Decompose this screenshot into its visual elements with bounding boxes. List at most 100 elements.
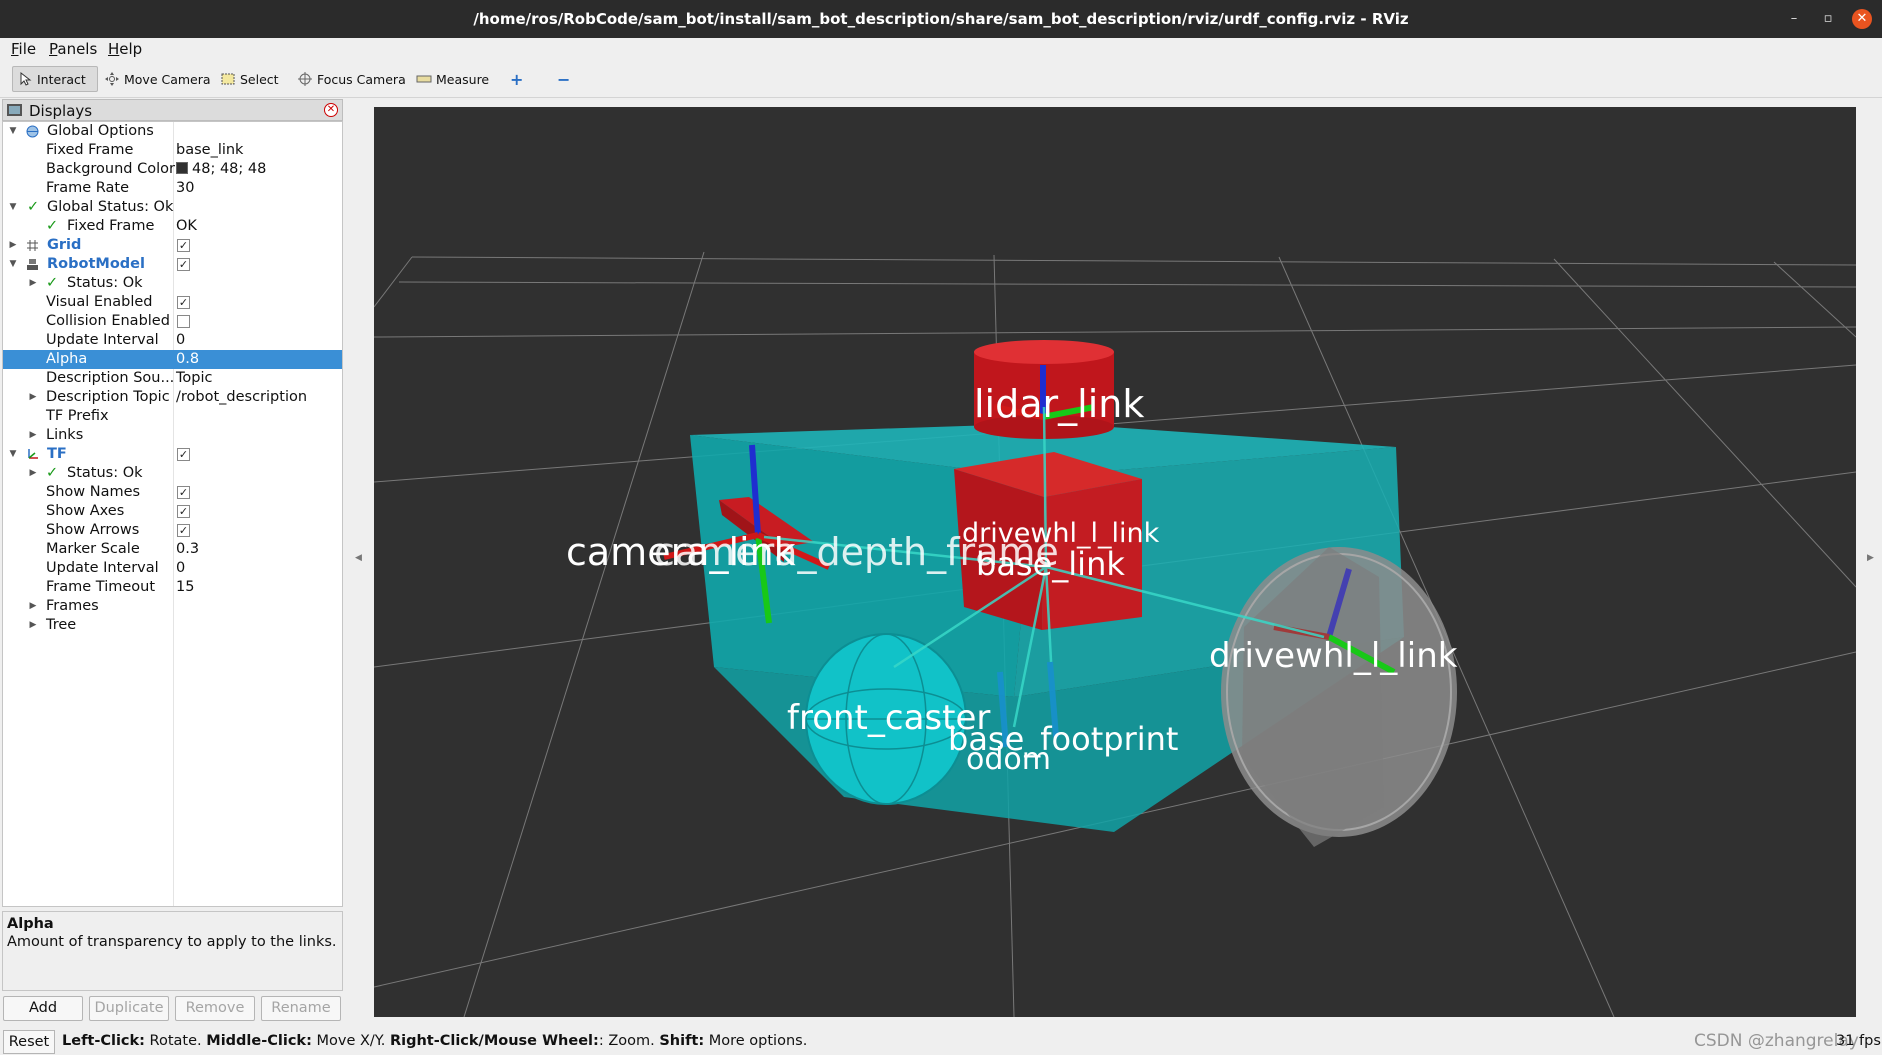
row-name: Marker Scale [46, 541, 140, 557]
property-description: Alpha Amount of transparency to apply to… [2, 911, 343, 991]
expand-arrow-icon[interactable]: ▼ [7, 198, 19, 217]
row-name: Show Arrows [46, 522, 140, 538]
tree-row-alpha[interactable]: Alpha 0.8 [3, 350, 342, 369]
menu-panels[interactable]: Panels [49, 40, 97, 58]
expand-arrow-icon[interactable]: ▼ [7, 255, 19, 274]
row-value[interactable]: 0 [176, 331, 185, 350]
menu-help[interactable]: Help [108, 40, 142, 58]
show-arrows-checkbox[interactable]: ✓ [177, 524, 190, 537]
row-value[interactable]: 15 [176, 578, 194, 597]
row-name: TF Prefix [46, 408, 109, 424]
help-val: Rotate. [144, 1033, 207, 1049]
tree-row-description-topic[interactable]: ▶ Description Topic /robot_description [3, 388, 342, 407]
tree-row-tf-status[interactable]: ▶ ✓ Status: Ok [3, 464, 342, 483]
row-value[interactable]: 30 [176, 179, 194, 198]
menu-file[interactable]: File [11, 40, 36, 58]
base-link-label: base_link [976, 545, 1125, 583]
row-name: RobotModel [47, 256, 145, 272]
tree-row-frame-rate[interactable]: Frame Rate 30 [3, 179, 342, 198]
collision-enabled-checkbox[interactable] [177, 315, 190, 328]
add-display-button[interactable]: Add [3, 996, 83, 1021]
tree-row-links[interactable]: ▶ Links [3, 426, 342, 445]
check-icon: ✓ [46, 275, 59, 291]
select-tool-button[interactable]: Select [216, 66, 283, 92]
tree-row-show-axes[interactable]: Show Axes ✓ [3, 502, 342, 521]
maximize-icon[interactable]: ▫ [1818, 9, 1838, 29]
help-key: Middle-Click: [206, 1033, 312, 1049]
row-value[interactable]: Topic [176, 369, 212, 388]
tree-row-tf[interactable]: ▼ TF ✓ [3, 445, 342, 464]
row-value[interactable]: 0 [176, 559, 185, 578]
measure-tool-button[interactable]: Measure [412, 66, 493, 92]
description-text: Amount of transparency to apply to the l… [7, 934, 337, 950]
window-title: /home/ros/RobCode/sam_bot/install/sam_bo… [473, 10, 1409, 28]
collapse-arrow-icon[interactable]: ▶ [27, 464, 39, 483]
tree-row-show-arrows[interactable]: Show Arrows ✓ [3, 521, 342, 540]
collapse-arrow-icon[interactable]: ▶ [27, 597, 39, 616]
interact-tool-button[interactable]: Interact [12, 66, 98, 92]
collapse-left-icon[interactable]: ◀ [355, 553, 362, 563]
tree-row-show-names[interactable]: Show Names ✓ [3, 483, 342, 502]
expand-arrow-icon[interactable]: ▼ [7, 445, 19, 464]
move-camera-tool-button[interactable]: Move Camera [100, 66, 215, 92]
rename-display-button[interactable]: Rename [261, 996, 341, 1021]
tree-row-global-options[interactable]: ▼ Global Options [3, 122, 342, 141]
tf-checkbox[interactable]: ✓ [177, 448, 190, 461]
tree-row-fixed-frame[interactable]: Fixed Frame base_link [3, 141, 342, 160]
row-value[interactable]: base_link [176, 141, 243, 160]
tree-row-tf-prefix[interactable]: TF Prefix [3, 407, 342, 426]
lidar-link-label: lidar_link [974, 382, 1144, 426]
tree-row-background-color[interactable]: Background Color 48; 48; 48 [3, 160, 342, 179]
remove-display-button[interactable]: Remove [175, 996, 255, 1021]
tree-row-tf-update-interval[interactable]: Update Interval 0 [3, 559, 342, 578]
tree-row-update-interval[interactable]: Update Interval 0 [3, 331, 342, 350]
tree-row-grid[interactable]: ▶ Grid ✓ [3, 236, 342, 255]
remove-tool-button[interactable]: − [553, 66, 574, 92]
row-value: OK [176, 218, 197, 234]
focus-camera-tool-button[interactable]: Focus Camera [293, 66, 410, 92]
collapse-arrow-icon[interactable]: ▶ [27, 274, 39, 293]
tree-row-description-source[interactable]: Description Sou... Topic [3, 369, 342, 388]
collapse-arrow-icon[interactable]: ▶ [27, 616, 39, 635]
robot-model-checkbox[interactable]: ✓ [177, 258, 190, 271]
show-names-checkbox[interactable]: ✓ [177, 486, 190, 499]
render-viewport[interactable]: lidar_link camera_link camera_depth_fram… [374, 107, 1856, 1017]
tree-row-fixed-frame-status[interactable]: ✓ Fixed Frame OK [3, 217, 342, 236]
tree-row-frames[interactable]: ▶ Frames [3, 597, 342, 616]
visual-enabled-checkbox[interactable]: ✓ [177, 296, 190, 309]
close-panel-icon[interactable]: ✕ [324, 103, 338, 117]
expand-arrow-icon[interactable]: ▼ [7, 122, 19, 141]
close-icon[interactable]: ✕ [1852, 9, 1872, 29]
displays-tree[interactable]: ▼ Global Options Fixed Frame base_link B… [2, 121, 343, 907]
tree-row-global-status[interactable]: ▼ ✓ Global Status: Ok [3, 198, 342, 217]
show-axes-checkbox[interactable]: ✓ [177, 505, 190, 518]
add-tool-button[interactable]: + [506, 66, 527, 92]
row-name: Update Interval [46, 560, 159, 576]
focus-camera-icon [297, 71, 313, 87]
row-value[interactable]: 48; 48; 48 [176, 160, 266, 179]
row-name: Fixed Frame [46, 142, 134, 158]
tree-row-robot-model[interactable]: ▼ RobotModel ✓ [3, 255, 342, 274]
duplicate-display-button[interactable]: Duplicate [89, 996, 169, 1021]
tree-row-frame-timeout[interactable]: Frame Timeout 15 [3, 578, 342, 597]
help-key: Right-Click/Mouse Wheel: [389, 1033, 599, 1049]
color-swatch[interactable] [176, 162, 188, 174]
collapse-arrow-icon[interactable]: ▶ [27, 426, 39, 445]
tree-row-robot-status[interactable]: ▶ ✓ Status: Ok [3, 274, 342, 293]
row-name: TF [47, 446, 67, 462]
tree-row-marker-scale[interactable]: Marker Scale 0.3 [3, 540, 342, 559]
tree-row-visual-enabled[interactable]: Visual Enabled ✓ [3, 293, 342, 312]
row-value[interactable]: /robot_description [176, 388, 307, 407]
collapse-arrow-icon[interactable]: ▶ [7, 236, 19, 255]
reset-button[interactable]: Reset [3, 1030, 55, 1054]
focus-camera-label: Focus Camera [317, 71, 406, 87]
row-value[interactable]: 0.3 [176, 540, 199, 559]
tree-row-collision-enabled[interactable]: Collision Enabled [3, 312, 342, 331]
displays-panel-header: Displays ✕ [2, 99, 343, 121]
collapse-right-icon[interactable]: ▶ [1867, 553, 1874, 563]
collapse-arrow-icon[interactable]: ▶ [27, 388, 39, 407]
tree-row-tree[interactable]: ▶ Tree [3, 616, 342, 635]
row-value[interactable]: 0.8 [176, 350, 199, 369]
grid-checkbox[interactable]: ✓ [177, 239, 190, 252]
minimize-icon[interactable]: – [1784, 9, 1804, 29]
